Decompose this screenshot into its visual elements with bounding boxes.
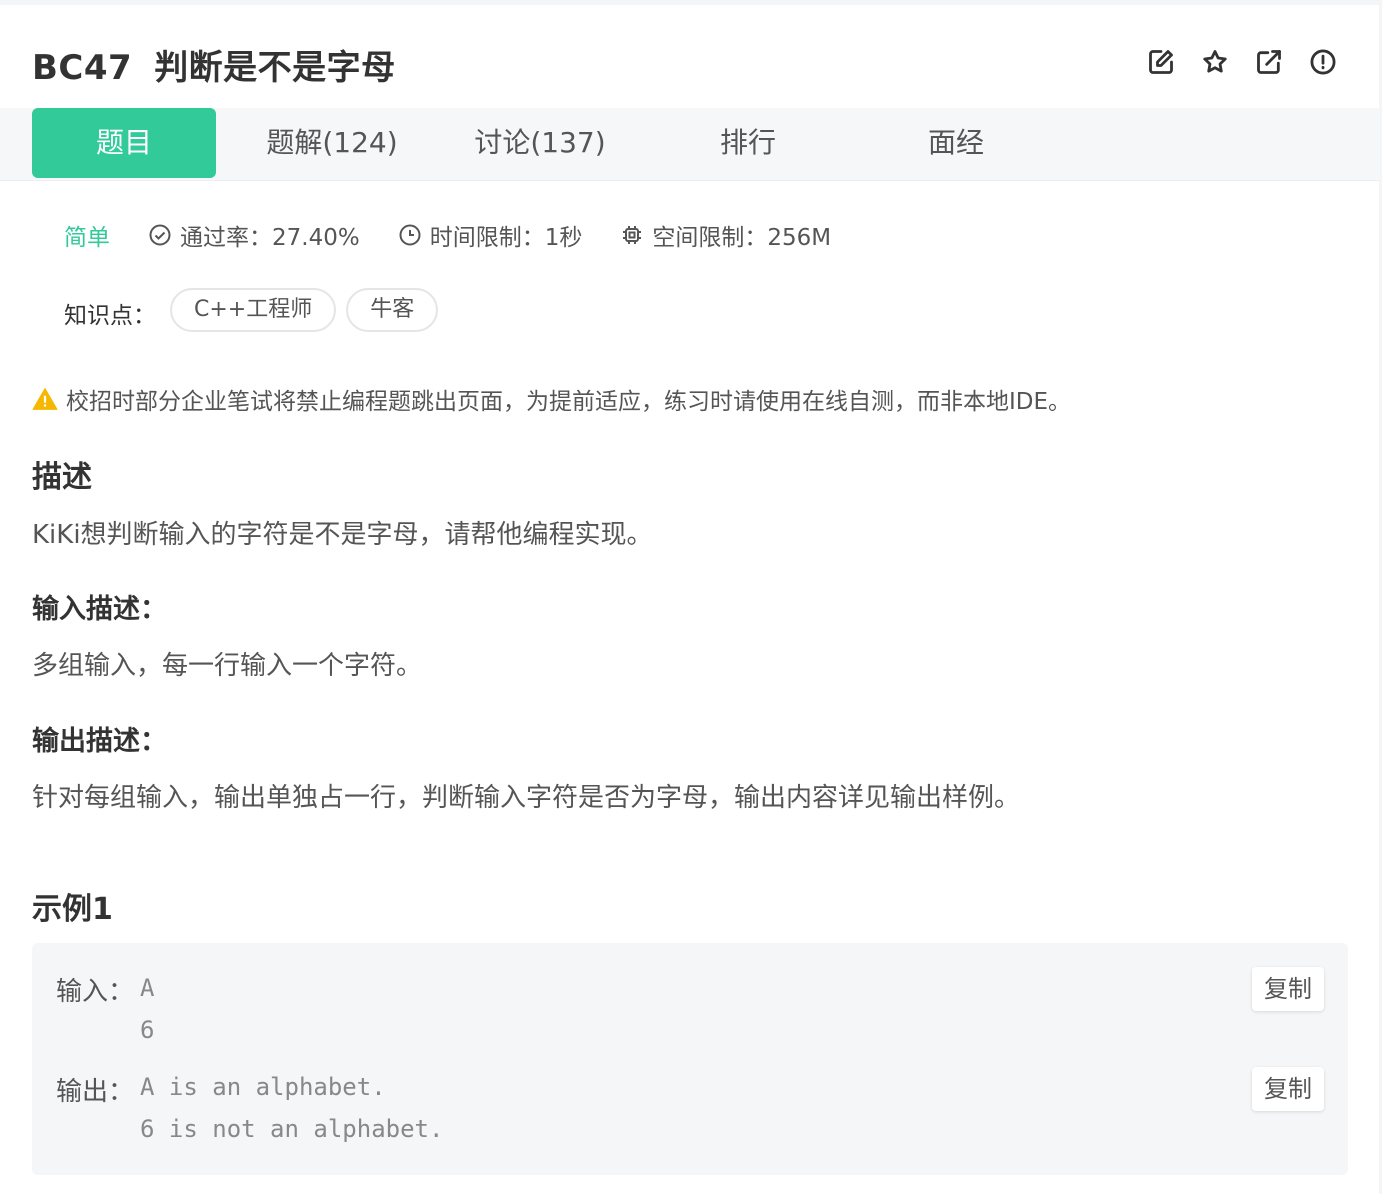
tab-problem[interactable]: 题目 — [32, 108, 216, 178]
warning-icon — [32, 388, 58, 410]
check-circle-icon — [149, 224, 171, 246]
space-limit-text: 空间限制：256M — [652, 225, 832, 251]
tab-ranking[interactable]: 排行 — [656, 108, 840, 178]
example-output-code: A is an alphabet. 6 is not an alphabet. — [140, 1073, 444, 1143]
tab-bar: 题目 题解(124) 讨论(137) 排行 面经 — [0, 108, 1380, 181]
input-desc-heading: 输入描述： — [32, 594, 167, 625]
edit-icon — [1149, 50, 1173, 74]
share-button[interactable] — [1254, 47, 1284, 77]
time-limit: 时间限制：1秒 — [398, 218, 583, 252]
copy-input-button[interactable]: 复制 — [1252, 967, 1324, 1011]
problem-code: BC47 — [32, 48, 133, 88]
pass-rate-text: 通过率：27.40% — [180, 225, 360, 251]
top-divider — [0, 0, 1382, 5]
chip-icon — [623, 226, 642, 244]
pass-rate: 通过率：27.40% — [148, 218, 360, 252]
space-limit: 空间限制：256M — [620, 218, 831, 252]
title-actions — [1146, 47, 1338, 77]
clock-icon — [399, 224, 421, 246]
example-heading: 示例1 — [32, 892, 113, 927]
star-icon — [1203, 50, 1227, 73]
knowledge-label: 知识点： — [64, 303, 156, 329]
report-button[interactable] — [1308, 47, 1338, 77]
tab-interview[interactable]: 面经 — [864, 108, 1048, 178]
tab-solutions[interactable]: 题解(124) — [240, 108, 424, 178]
knowledge-points: 知识点： C++工程师 牛客 — [64, 288, 448, 332]
example-box: 输入： A 6 复制 输出： A is an alphabet. 6 is no… — [32, 943, 1348, 1175]
share-icon — [1257, 50, 1281, 74]
time-limit-text: 时间限制：1秒 — [429, 225, 583, 251]
tab-discussion[interactable]: 讨论(137) — [448, 108, 632, 178]
description-heading: 描述 — [32, 460, 92, 495]
problem-meta: 简单 通过率：27.40% 时间限制：1秒 空间限制：256M — [64, 218, 869, 252]
edit-button[interactable] — [1146, 47, 1176, 77]
example-output-label: 输出： — [56, 1077, 135, 1107]
tag-nowcoder[interactable]: 牛客 — [346, 288, 439, 332]
page-title: BC47 判断是不是字母 — [32, 40, 396, 89]
example-input-code: A 6 — [140, 974, 155, 1044]
description-text: KiKi想判断输入的字符是不是字母，请帮他编程实现。 — [32, 520, 653, 550]
report-icon — [1310, 49, 1336, 75]
problem-title: 判断是不是字母 — [154, 48, 396, 88]
example-input-label: 输入： — [56, 977, 135, 1007]
output-desc-text: 针对每组输入，输出单独占一行，判断输入字符是否为字母，输出内容详见输出样例。 — [32, 783, 1021, 813]
input-desc-text: 多组输入，每一行输入一个字符。 — [32, 651, 423, 681]
difficulty-label: 简单 — [64, 225, 110, 251]
warning-notice: 校招时部分企业笔试将禁止编程题跳出页面，为提前适应，练习时请使用在线自测，而非本… — [32, 382, 1071, 416]
favorite-button[interactable] — [1200, 47, 1230, 77]
warning-text: 校招时部分企业笔试将禁止编程题跳出页面，为提前适应，练习时请使用在线自测，而非本… — [66, 389, 1072, 415]
copy-output-button[interactable]: 复制 — [1252, 1067, 1324, 1111]
output-desc-heading: 输出描述： — [32, 726, 167, 757]
tag-cpp-engineer[interactable]: C++工程师 — [170, 288, 337, 332]
